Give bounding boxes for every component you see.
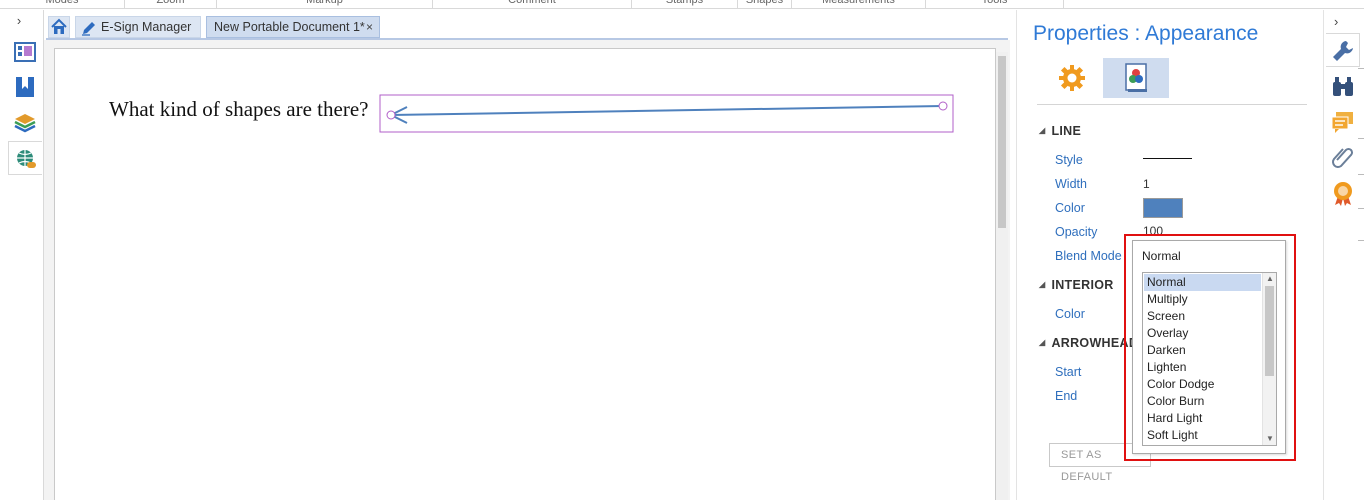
section-interior-label: INTERIOR [1051, 278, 1114, 292]
bar-divider [1358, 240, 1364, 241]
opacity-label: Opacity [1055, 225, 1098, 239]
bar-divider [1358, 68, 1364, 69]
binoculars-icon[interactable] [1330, 74, 1356, 100]
arrow-shape[interactable] [55, 49, 997, 500]
blend-mode-options-list[interactable]: Normal Multiply Screen Overlay Darken Li… [1142, 272, 1277, 446]
arrowhead-end-label: End [1055, 389, 1078, 403]
collapse-triangle-icon[interactable]: ◢ [1039, 338, 1045, 347]
section-arrowheads-label: ARROWHEAD [1051, 336, 1139, 350]
blend-option-hard-light[interactable]: Hard Light [1144, 410, 1261, 427]
ribbon-group-stamps[interactable]: Stamps [632, 0, 738, 8]
section-interior-header[interactable]: ◢ INTERIOR [1039, 278, 1114, 292]
document-viewport[interactable]: What kind of shapes are there? [44, 40, 1010, 500]
layers-icon[interactable] [14, 111, 36, 133]
pen-icon [82, 22, 95, 36]
expand-chevron-icon[interactable]: › [1334, 14, 1338, 29]
bar-divider [1358, 174, 1364, 175]
bookmarks-icon[interactable] [14, 76, 36, 98]
width-value[interactable]: 1 [1143, 177, 1150, 191]
ribbon-group-tools[interactable]: Tools [926, 0, 1064, 8]
thumbnails-icon[interactable] [14, 41, 36, 63]
document-tab-bar: E-Sign Manager New Portable Document 1* … [46, 15, 1009, 39]
blend-option-screen[interactable]: Screen [1144, 308, 1261, 325]
app-window: Modes Zoom Markup Comment Stamps Shapes … [0, 0, 1364, 500]
line-style-value[interactable] [1143, 158, 1192, 159]
blend-option-normal[interactable]: Normal [1144, 274, 1261, 291]
opacity-value[interactable]: 100 [1143, 224, 1163, 238]
tab-label: New Portable Document 1* [214, 20, 365, 34]
blend-option-soft-light[interactable]: Soft Light [1144, 427, 1261, 444]
comments-icon[interactable] [1330, 109, 1356, 135]
blend-mode-dropdown[interactable]: Normal Normal Multiply Screen Overlay Da… [1132, 240, 1286, 454]
arrow-line[interactable] [390, 105, 944, 116]
ribbon-group-markup[interactable]: Markup [217, 0, 433, 8]
options-scrollbar-thumb[interactable] [1265, 286, 1274, 376]
section-line-label: LINE [1051, 124, 1082, 138]
links-icon [17, 150, 36, 168]
tab-appearance[interactable] [1103, 58, 1169, 98]
tab-settings[interactable] [1039, 58, 1105, 98]
blend-option-lighten[interactable]: Lighten [1144, 359, 1261, 376]
properties-tab-strip [1037, 57, 1307, 105]
arrowhead-start-label: Start [1055, 365, 1082, 379]
options-scrollbar[interactable]: ▲ ▼ [1262, 273, 1276, 445]
section-arrowheads-header[interactable]: ◢ ARROWHEAD [1039, 336, 1138, 350]
document-page[interactable]: What kind of shapes are there? [54, 48, 996, 500]
tab-label: E-Sign Manager [101, 20, 192, 34]
blend-option-multiply[interactable]: Multiply [1144, 291, 1261, 308]
document-scrollbar[interactable] [996, 52, 1008, 500]
ribbon-group-measurements[interactable]: Measurements [792, 0, 926, 8]
ribbon-group-zoom[interactable]: Zoom [125, 0, 217, 8]
left-panel-bar: › [0, 10, 44, 500]
blend-option-darken[interactable]: Darken [1144, 342, 1261, 359]
bar-divider [1358, 138, 1364, 139]
scroll-up-icon[interactable]: ▲ [1265, 274, 1275, 284]
ribbon-group-shapes[interactable]: Shapes [738, 0, 792, 8]
appearance-icon [1125, 63, 1147, 92]
certificate-icon[interactable] [1330, 180, 1356, 206]
home-icon [51, 18, 67, 34]
width-label: Width [1055, 177, 1087, 191]
right-tool-bar: › [1324, 10, 1364, 500]
panel-title: Properties : Appearance [1033, 22, 1259, 45]
line-color-swatch[interactable] [1143, 198, 1183, 218]
end-handle[interactable] [938, 101, 948, 111]
tab-new-portable-document[interactable]: New Portable Document 1* × [206, 16, 380, 38]
style-label: Style [1055, 153, 1083, 167]
blend-option-overlay[interactable]: Overlay [1144, 325, 1261, 342]
settings-gear-icon [1059, 65, 1085, 91]
close-icon[interactable]: × [366, 17, 373, 37]
tab-properties[interactable] [1326, 33, 1360, 67]
home-tab[interactable] [48, 16, 70, 38]
color-label: Color [1055, 201, 1085, 215]
bar-divider [1358, 208, 1364, 209]
tab-e-sign-manager[interactable]: E-Sign Manager [75, 16, 201, 38]
collapse-triangle-icon[interactable]: ◢ [1039, 280, 1045, 289]
scrollbar-thumb[interactable] [998, 56, 1006, 228]
interior-color-label: Color [1055, 307, 1085, 321]
start-handle[interactable] [386, 110, 396, 120]
blend-mode-label: Blend Mode [1055, 249, 1122, 263]
expand-chevron-icon[interactable]: › [12, 14, 26, 28]
section-line-header[interactable]: ◢ LINE [1039, 124, 1081, 138]
ribbon-group-comment[interactable]: Comment [433, 0, 632, 8]
blend-mode-selected-value[interactable]: Normal [1142, 249, 1181, 263]
ribbon-group-labels: Modes Zoom Markup Comment Stamps Shapes … [0, 0, 1364, 9]
blend-option-color-dodge[interactable]: Color Dodge [1144, 376, 1261, 393]
wrench-icon [1333, 41, 1353, 61]
blend-option-color-burn[interactable]: Color Burn [1144, 393, 1261, 410]
scroll-down-icon[interactable]: ▼ [1265, 434, 1275, 444]
attachment-icon[interactable] [1330, 145, 1356, 171]
collapse-triangle-icon[interactable]: ◢ [1039, 126, 1045, 135]
ribbon-group-modes[interactable]: Modes [0, 0, 125, 8]
links-tab[interactable] [8, 141, 42, 175]
